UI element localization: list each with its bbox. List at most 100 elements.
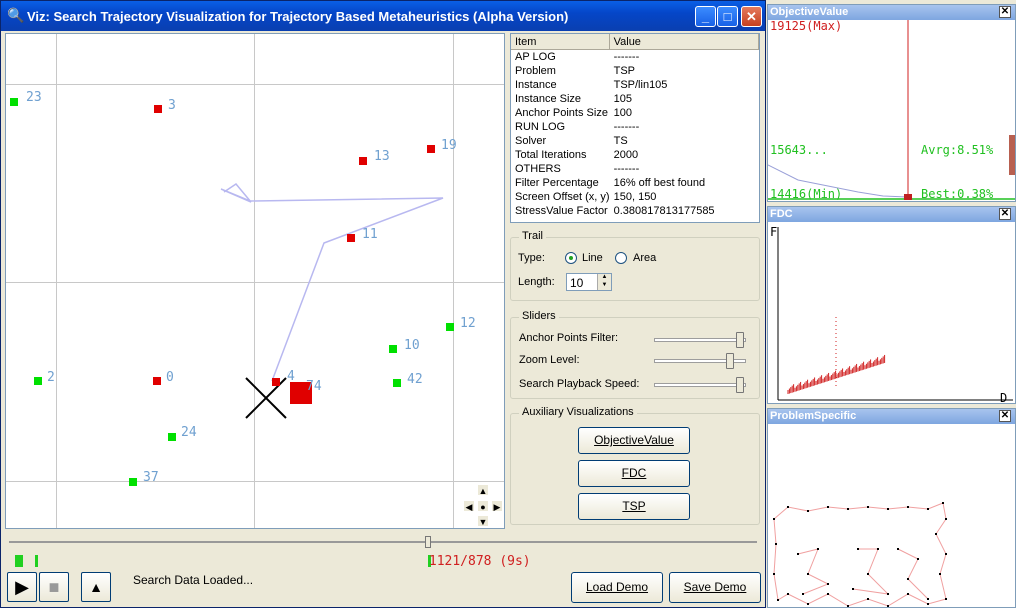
tsp-city bbox=[787, 506, 789, 508]
trail-length-spinner[interactable]: 10 ▲ ▼ bbox=[566, 273, 612, 291]
play-icon: ▶ bbox=[15, 577, 29, 597]
anchor-point[interactable] bbox=[153, 377, 161, 385]
eject-button[interactable]: ▲ bbox=[81, 572, 111, 602]
stop-button[interactable]: ■ bbox=[39, 572, 69, 602]
anchor-label: 23 bbox=[26, 90, 42, 105]
fdc-scatter bbox=[777, 227, 1013, 401]
property-item: AP LOG bbox=[515, 51, 556, 63]
anchor-label: 2 bbox=[47, 370, 55, 385]
playback-speed-slider[interactable] bbox=[654, 377, 746, 393]
anchor-point[interactable] bbox=[168, 433, 176, 441]
tsp-city bbox=[807, 573, 809, 575]
tsp-city bbox=[927, 508, 929, 510]
fdc-panel-close-icon[interactable]: ✕ bbox=[999, 208, 1011, 220]
column-header-item[interactable]: Item bbox=[511, 34, 610, 49]
anchor-point[interactable] bbox=[359, 157, 367, 165]
anchor-point[interactable] bbox=[10, 98, 18, 106]
load-demo-button[interactable]: Load Demo bbox=[571, 572, 663, 603]
spin-down-icon[interactable]: ▼ bbox=[597, 282, 611, 290]
tsp-city bbox=[775, 543, 777, 545]
playback-speed-label: Search Playback Speed: bbox=[519, 378, 640, 390]
objective-panel-close-icon[interactable]: ✕ bbox=[999, 6, 1011, 18]
property-value: ------- bbox=[613, 121, 640, 133]
nav-right-icon[interactable]: ▶ bbox=[491, 500, 503, 512]
fdc-button[interactable]: FDC bbox=[578, 460, 690, 487]
anchor-label: 0 bbox=[166, 370, 174, 385]
column-header-value[interactable]: Value bbox=[610, 34, 759, 49]
timeline-marker bbox=[35, 555, 38, 567]
tsp-city bbox=[857, 548, 859, 550]
anchor-point[interactable] bbox=[446, 323, 454, 331]
title-bar[interactable]: 🔍 Viz: Search Trajectory Visualization f… bbox=[1, 1, 765, 31]
zoom-level-slider[interactable] bbox=[654, 353, 746, 369]
trail-line-label: Line bbox=[582, 252, 603, 264]
properties-table[interactable]: Item Value AP LOG ------- Problem TSP Instan… bbox=[510, 33, 760, 223]
sliders-legend: Sliders bbox=[519, 310, 559, 322]
tsp-tour-plot bbox=[773, 502, 947, 607]
timeline-thumb[interactable] bbox=[424, 536, 431, 548]
table-row[interactable]: Solver TS bbox=[511, 134, 759, 148]
table-row[interactable]: AP LOG ------- bbox=[511, 50, 759, 64]
property-item: Problem bbox=[515, 65, 556, 77]
trail-area-radio[interactable] bbox=[615, 252, 627, 264]
nav-down-icon[interactable]: ▼ bbox=[477, 515, 489, 527]
tsp-city bbox=[945, 598, 947, 600]
save-demo-button[interactable]: Save Demo bbox=[669, 572, 761, 603]
stop-icon: ■ bbox=[48, 577, 60, 597]
table-row[interactable]: Filter Percentage 16% off best found bbox=[511, 176, 759, 190]
anchor-point[interactable] bbox=[393, 379, 401, 387]
trail-line-radio[interactable] bbox=[565, 252, 577, 264]
tsp-button[interactable]: TSP bbox=[578, 493, 690, 520]
objective-value-button[interactable]: ObjectiveValue bbox=[578, 427, 690, 454]
anchor-label: 3 bbox=[168, 98, 176, 113]
close-button[interactable]: ✕ bbox=[741, 6, 762, 27]
property-item: Anchor Points Size bbox=[515, 107, 608, 119]
tsp-city bbox=[897, 548, 899, 550]
tsp-city bbox=[847, 508, 849, 510]
anchor-point[interactable] bbox=[272, 378, 280, 386]
anchor-point[interactable] bbox=[389, 345, 397, 353]
problem-panel-close-icon[interactable]: ✕ bbox=[999, 410, 1011, 422]
fdc-panel-titlebar: FDC ✕ bbox=[768, 207, 1015, 222]
property-item: StressValue Factor bbox=[515, 205, 608, 217]
trail-area-label: Area bbox=[633, 252, 657, 264]
tsp-city bbox=[807, 603, 809, 605]
table-row[interactable]: Total Iterations 2000 bbox=[511, 148, 759, 162]
tsp-city bbox=[807, 510, 809, 512]
tsp-city bbox=[773, 573, 775, 575]
nav-center-icon[interactable]: ● bbox=[477, 500, 489, 512]
table-row[interactable]: Problem TSP bbox=[511, 64, 759, 78]
nav-left-icon[interactable]: ◀ bbox=[463, 500, 475, 512]
objective-best-label: Best:0.38% bbox=[921, 187, 994, 201]
status-text: Search Data Loaded... bbox=[133, 573, 254, 587]
anchor-filter-thumb[interactable] bbox=[736, 332, 745, 348]
table-row[interactable]: OTHERS ------- bbox=[511, 162, 759, 176]
anchor-point[interactable] bbox=[427, 145, 435, 153]
tsp-city bbox=[877, 548, 879, 550]
anchor-filter-slider[interactable] bbox=[654, 332, 746, 348]
nav-top-icon[interactable]: ▲ bbox=[477, 484, 489, 496]
anchor-point[interactable] bbox=[347, 234, 355, 242]
trajectory-canvas[interactable]: 23 3 13 19 11 12 10 2 0 4 74 42 24 37 ▲ ◀ ● ▶ ▼ bbox=[5, 33, 505, 529]
table-row[interactable]: Anchor Points Size 100 bbox=[511, 106, 759, 120]
timeline-track[interactable] bbox=[9, 541, 757, 543]
zoom-level-thumb[interactable] bbox=[726, 353, 735, 369]
minimize-button[interactable]: _ bbox=[695, 6, 716, 27]
spin-up-icon[interactable]: ▲ bbox=[597, 274, 611, 282]
table-row[interactable]: Instance Size 105 bbox=[511, 92, 759, 106]
table-row[interactable]: Instance TSP/lin105 bbox=[511, 78, 759, 92]
anchor-point[interactable] bbox=[129, 478, 137, 486]
play-button[interactable]: ▶ bbox=[7, 572, 37, 602]
tsp-city bbox=[907, 578, 909, 580]
table-row[interactable]: RUN LOG ------- bbox=[511, 120, 759, 134]
anchor-label: 11 bbox=[362, 227, 378, 242]
property-value: 150, 150 bbox=[613, 191, 657, 203]
anchor-point[interactable] bbox=[154, 105, 162, 113]
anchor-point[interactable] bbox=[34, 377, 42, 385]
playback-speed-thumb[interactable] bbox=[736, 377, 745, 393]
table-row[interactable]: StressValue Factor 0.380817813177585 bbox=[511, 204, 759, 218]
tsp-city bbox=[867, 573, 869, 575]
maximize-button[interactable]: □ bbox=[717, 6, 738, 27]
tsp-city bbox=[945, 553, 947, 555]
table-row[interactable]: Screen Offset (x, y) 150, 150 bbox=[511, 190, 759, 204]
